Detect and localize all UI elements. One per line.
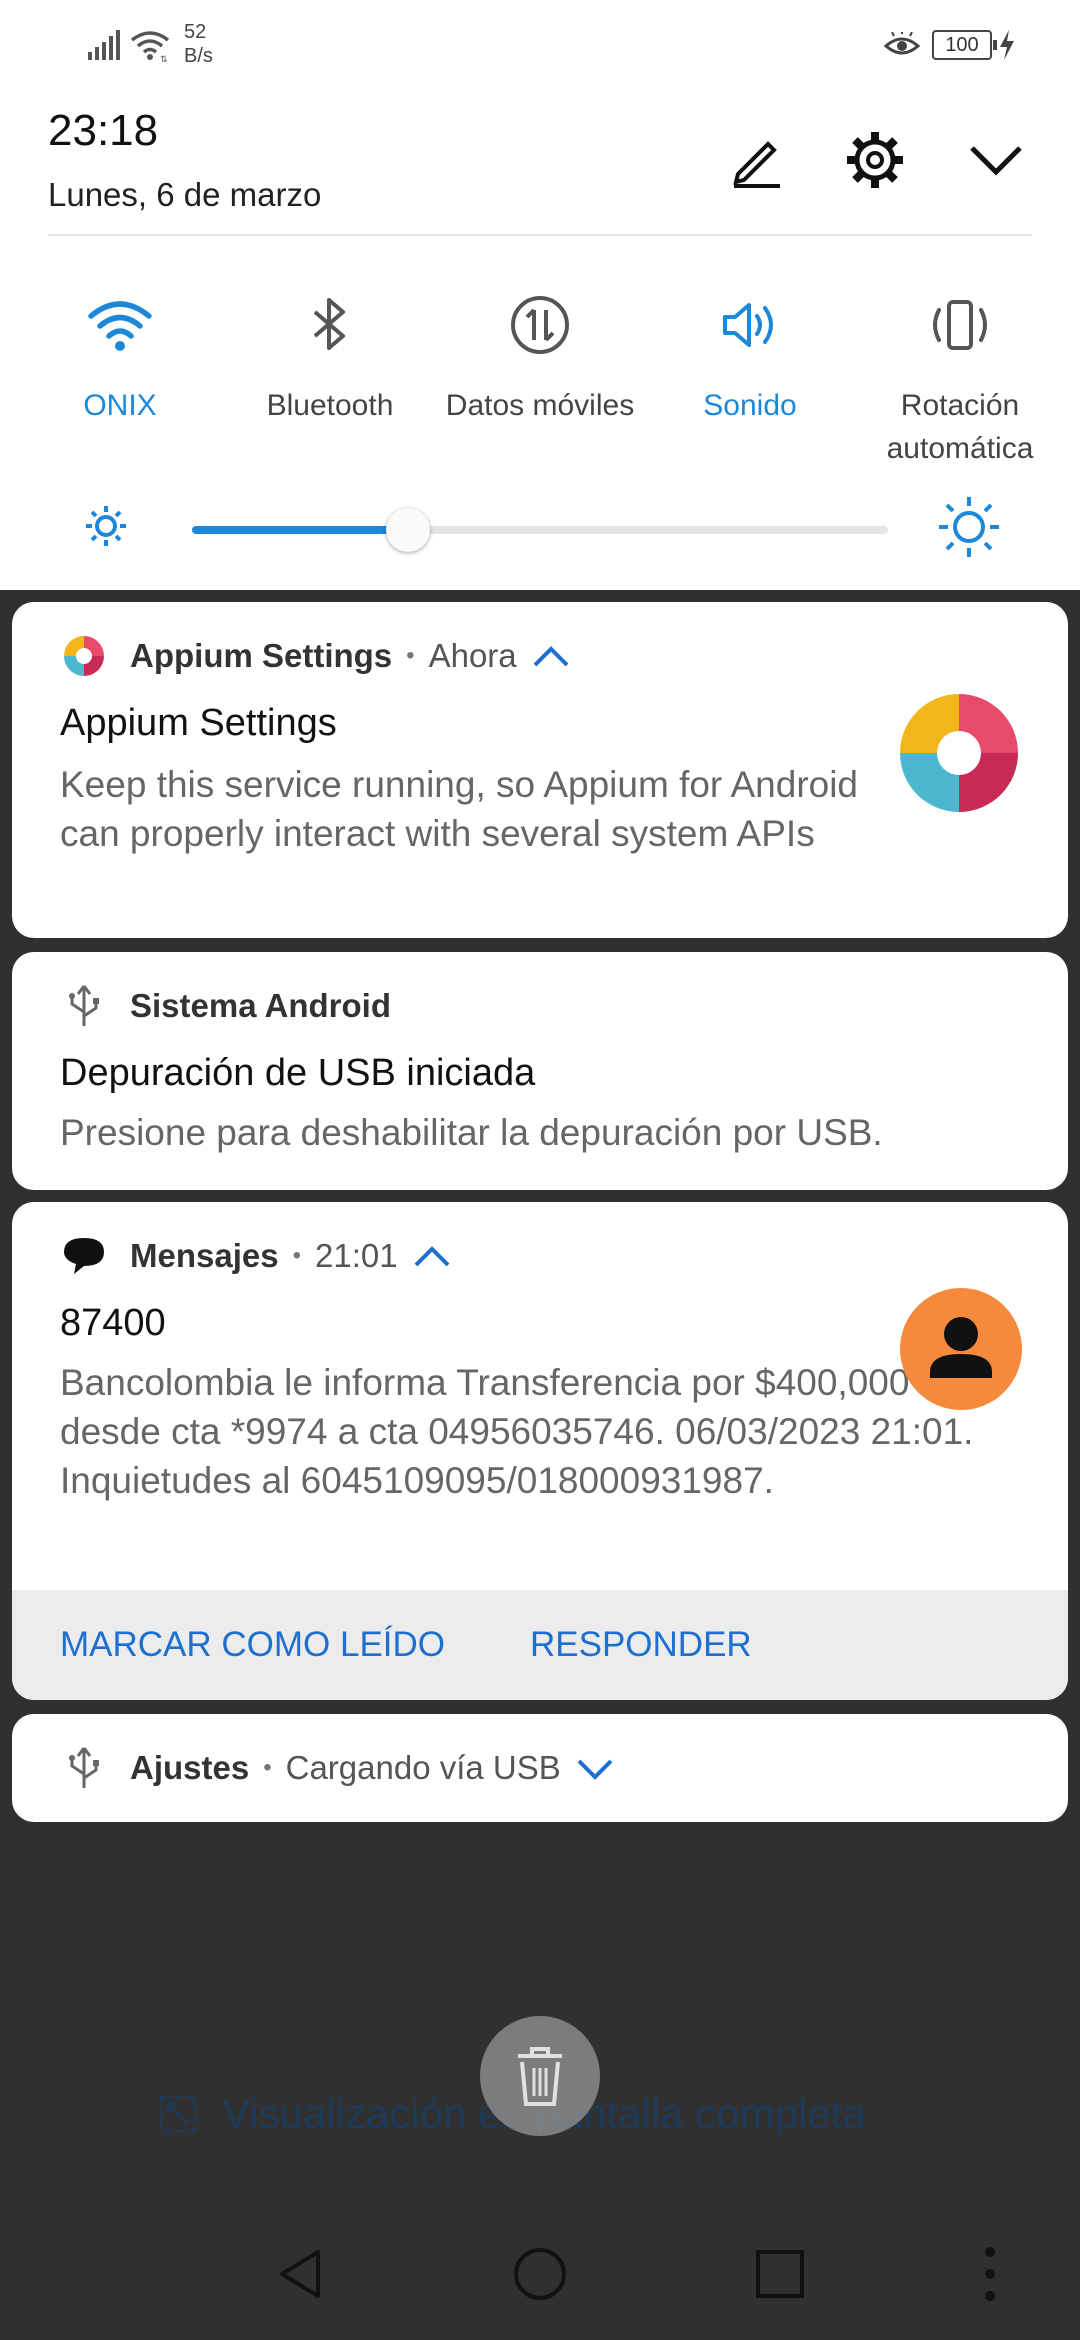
notification-app-name: Sistema Android xyxy=(130,987,391,1024)
tile-label: Datos móviles xyxy=(445,389,635,422)
brightness-slider-thumb[interactable] xyxy=(385,508,430,552)
notification-title: Depuración de USB iniciada xyxy=(60,1052,536,1094)
tile-bluetooth[interactable]: Bluetooth xyxy=(225,290,435,427)
tile-label: Rotación automática xyxy=(886,389,1034,465)
usb-icon xyxy=(69,1747,99,1788)
notification-header: Ajustes • Cargando vía USB xyxy=(60,1747,615,1788)
status-bar: ⇅ 52 B/s 100 xyxy=(0,0,1080,90)
notification-body: Presione para deshabilitar la depuración… xyxy=(60,1112,883,1153)
notification-messages[interactable]: Mensajes • 21:01 87400 Bancolombia le in… xyxy=(12,1202,1068,1700)
settings-gear-icon[interactable] xyxy=(843,128,907,192)
notification-body: Keep this service running, so Appium for… xyxy=(60,764,859,854)
separator-dot: • xyxy=(406,642,415,669)
notification-header: Mensajes • 21:01 xyxy=(60,1236,452,1276)
notification-time: 21:01 xyxy=(315,1237,398,1274)
wifi-icon xyxy=(88,301,152,351)
svg-text:⇅: ⇅ xyxy=(160,54,168,62)
eye-comfort-icon xyxy=(884,32,920,55)
notification-app-name: Ajustes xyxy=(130,1749,250,1786)
battery-indicator: 100 xyxy=(932,30,997,60)
appium-app-icon xyxy=(64,636,104,676)
notification-appium[interactable]: Appium Settings • Ahora Appium Settings … xyxy=(12,602,1068,938)
clear-all-button[interactable] xyxy=(480,2016,600,2136)
separator-dot: • xyxy=(263,1754,272,1781)
brightness-low-icon xyxy=(86,506,126,546)
clock-time: 23:18 xyxy=(48,106,159,155)
notification-charging[interactable]: Ajustes • Cargando vía USB xyxy=(12,1714,1068,1822)
tile-label: ONIX xyxy=(83,389,157,422)
expand-chevron-up-icon[interactable] xyxy=(412,1241,452,1271)
tile-sound[interactable]: Sonido xyxy=(645,290,855,427)
nav-home-icon[interactable] xyxy=(510,2244,570,2304)
notification-actions: MARCAR COMO LEÍDO RESPONDER xyxy=(12,1590,1068,1700)
notification-body: Bancolombia le informa Transferencia por… xyxy=(60,1362,974,1501)
notification-time: Ahora xyxy=(428,637,517,674)
signal-icon xyxy=(88,30,120,60)
contact-avatar xyxy=(900,1288,1022,1410)
notification-title: Appium Settings xyxy=(60,702,337,744)
notification-usb-debugging[interactable]: Sistema Android Depuración de USB inicia… xyxy=(12,952,1068,1190)
expand-chevron-up-icon[interactable] xyxy=(531,641,571,671)
nav-back-icon[interactable] xyxy=(270,2244,330,2304)
nav-more-icon[interactable] xyxy=(960,2244,1020,2304)
wifi-status-icon: ⇅ xyxy=(130,31,170,62)
collapse-chevron-icon[interactable] xyxy=(964,128,1028,192)
notification-time: Cargando vía USB xyxy=(285,1749,561,1786)
expand-chevron-down-icon[interactable] xyxy=(575,1753,615,1783)
auto-rotate-icon xyxy=(933,300,987,350)
fullscreen-icon xyxy=(159,2095,197,2133)
separator-dot: • xyxy=(292,1242,301,1269)
tile-mobile-data[interactable]: Datos móviles xyxy=(435,290,645,427)
notification-app-name: Mensajes xyxy=(130,1237,279,1274)
edit-pencil-icon[interactable] xyxy=(724,128,788,192)
notification-header: Appium Settings • Ahora xyxy=(60,636,571,676)
network-speed-value: 52 xyxy=(184,21,207,43)
person-icon xyxy=(930,1317,992,1378)
tile-label: Sonido xyxy=(703,389,797,422)
sound-icon xyxy=(723,303,773,347)
brightness-slider-fill xyxy=(192,526,408,534)
notification-title: 87400 xyxy=(60,1302,166,1344)
tile-auto-rotate[interactable]: Rotación automática xyxy=(855,290,1065,470)
brightness-slider[interactable] xyxy=(192,508,888,552)
bluetooth-icon xyxy=(313,298,345,350)
mobile-data-icon xyxy=(511,296,569,354)
quick-settings-panel: ⇅ 52 B/s 100 23:18 Lunes, 6 de marzo ONI… xyxy=(0,0,1080,590)
date-label: Lunes, 6 de marzo xyxy=(48,176,322,213)
network-speed-unit: B/s xyxy=(184,45,213,67)
notification-app-name: Appium Settings xyxy=(130,637,393,674)
usb-icon xyxy=(69,985,99,1026)
brightness-high-icon xyxy=(939,497,999,557)
notification-header: Sistema Android xyxy=(60,985,391,1026)
header-divider xyxy=(48,234,1032,236)
tile-wifi[interactable]: ONIX xyxy=(15,290,225,427)
messages-app-icon xyxy=(64,1238,104,1274)
mark-as-read-button[interactable]: MARCAR COMO LEÍDO xyxy=(60,1590,445,1700)
nav-recents-icon[interactable] xyxy=(750,2244,810,2304)
trash-icon xyxy=(518,2047,562,2106)
network-speed: 52 B/s xyxy=(184,20,213,68)
charging-bolt-icon xyxy=(1000,30,1014,60)
reply-button[interactable]: RESPONDER xyxy=(530,1590,752,1700)
appium-logo-icon xyxy=(900,694,1018,812)
tile-label: Bluetooth xyxy=(266,389,394,422)
